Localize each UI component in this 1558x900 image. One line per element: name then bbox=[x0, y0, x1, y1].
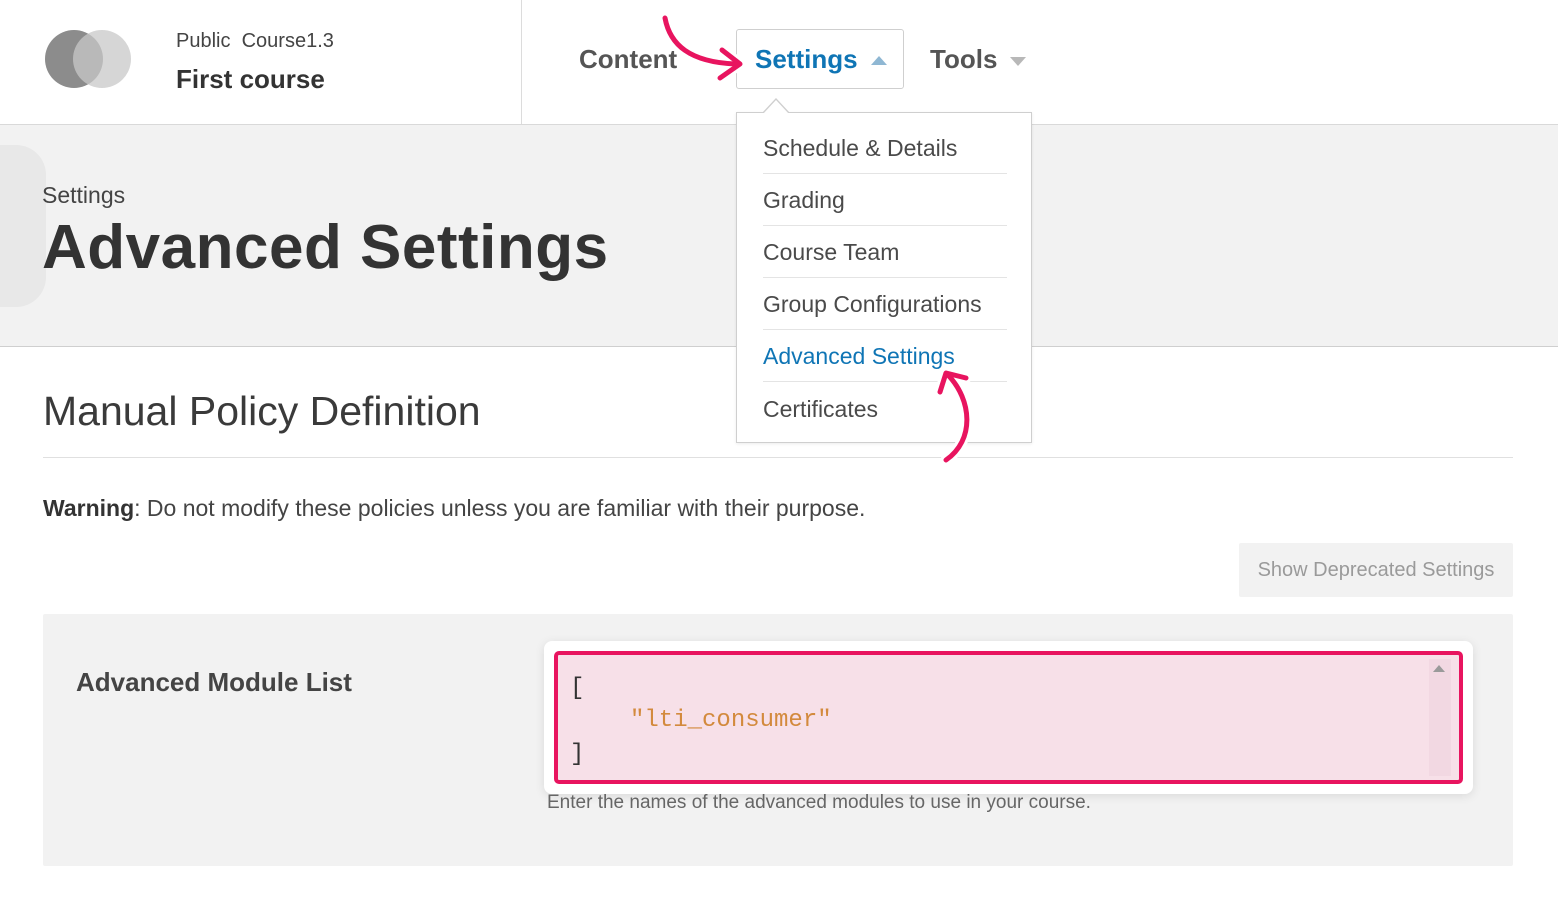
site-logo[interactable] bbox=[45, 30, 135, 90]
menu-item-schedule-details[interactable]: Schedule & Details bbox=[763, 122, 1007, 174]
code-module-value: "lti_consumer" bbox=[630, 707, 832, 734]
course-number: Course1.3 bbox=[241, 30, 334, 52]
code-open-bracket: [ bbox=[570, 675, 585, 702]
editor-scrollbar[interactable] bbox=[1429, 659, 1451, 776]
advanced-module-list-editor[interactable]: [ "lti_consumer" ] bbox=[554, 651, 1463, 784]
header-divider bbox=[521, 0, 522, 124]
nav-settings-label: Settings bbox=[755, 44, 858, 74]
section-divider bbox=[43, 457, 1513, 458]
course-org-number: Public Course1.3 bbox=[176, 30, 334, 53]
menu-item-course-team[interactable]: Course Team bbox=[763, 226, 1007, 278]
dropdown-notch-fill bbox=[763, 100, 789, 114]
menu-item-advanced-settings[interactable]: Advanced Settings bbox=[763, 330, 1007, 382]
page-title: Advanced Settings bbox=[42, 213, 609, 282]
decorative-shape bbox=[0, 145, 46, 307]
code-close-bracket: ] bbox=[570, 741, 585, 768]
menu-item-group-configurations[interactable]: Group Configurations bbox=[763, 278, 1007, 330]
warning-text: : Do not modify these policies unless yo… bbox=[134, 495, 866, 521]
breadcrumb: Settings bbox=[42, 182, 126, 208]
section-title: Manual Policy Definition bbox=[43, 388, 481, 434]
caret-down-icon[interactable] bbox=[1010, 57, 1026, 66]
menu-item-certificates[interactable]: Certificates bbox=[763, 383, 1007, 435]
caret-up-icon bbox=[871, 56, 887, 65]
nav-settings[interactable]: Settings bbox=[736, 29, 904, 89]
nav-tools[interactable]: Tools bbox=[930, 44, 997, 75]
field-label-advanced-module-list: Advanced Module List bbox=[76, 667, 352, 697]
scroll-up-icon[interactable] bbox=[1433, 665, 1445, 672]
show-deprecated-settings-button[interactable]: Show Deprecated Settings bbox=[1239, 543, 1513, 597]
field-help-text: Enter the names of the advanced modules … bbox=[547, 792, 1091, 813]
nav-content[interactable]: Content bbox=[579, 44, 677, 75]
course-org: Public bbox=[176, 30, 231, 52]
settings-dropdown-menu: Schedule & Details Grading Course Team G… bbox=[736, 112, 1032, 443]
menu-item-grading[interactable]: Grading bbox=[763, 174, 1007, 226]
course-name[interactable]: First course bbox=[176, 64, 325, 95]
warning-label: Warning bbox=[43, 495, 135, 521]
warning-message: Warning: Do not modify these policies un… bbox=[43, 495, 865, 522]
